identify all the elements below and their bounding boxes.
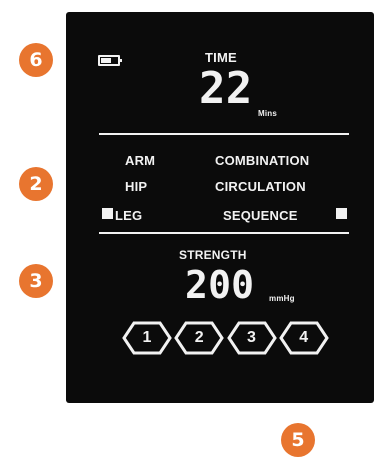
battery-icon bbox=[98, 55, 122, 66]
body-part-hip: HIP bbox=[125, 179, 148, 194]
program-2-label: 2 bbox=[194, 329, 204, 346]
time-unit: Mins bbox=[258, 109, 278, 118]
program-4-button[interactable]: 4 bbox=[278, 321, 329, 355]
program-1-label: 1 bbox=[142, 329, 152, 346]
callout-badge-2: 2 bbox=[19, 167, 53, 201]
program-3-button[interactable]: 3 bbox=[226, 321, 277, 355]
leg-indicator-icon bbox=[102, 208, 113, 219]
callout-badge-3: 3 bbox=[19, 264, 53, 298]
divider-top bbox=[99, 133, 349, 135]
body-part-arm: ARM bbox=[125, 153, 156, 168]
mode-combination: COMBINATION bbox=[215, 153, 310, 168]
program-3-label: 3 bbox=[247, 329, 256, 346]
sequence-indicator-icon bbox=[336, 208, 347, 219]
callout-badge-5: 5 bbox=[281, 423, 315, 457]
lcd-display: TIME 22 Mins ARM HIP LEG COMBINATION CIR… bbox=[66, 12, 374, 403]
divider-bottom bbox=[99, 232, 349, 234]
time-value: 22 bbox=[199, 63, 253, 114]
program-2-button[interactable]: 2 bbox=[174, 321, 225, 355]
mode-circulation: CIRCULATION bbox=[215, 179, 306, 194]
body-part-leg: LEG bbox=[115, 208, 143, 223]
program-4-label: 4 bbox=[299, 329, 309, 346]
program-1-button[interactable]: 1 bbox=[122, 321, 172, 355]
strength-label: STRENGTH bbox=[179, 248, 247, 262]
strength-unit: mmHg bbox=[269, 294, 295, 303]
program-selector: 1 2 3 4 bbox=[122, 321, 329, 355]
strength-value: 200 bbox=[185, 263, 255, 307]
callout-badge-6: 6 bbox=[19, 43, 53, 77]
mode-sequence: SEQUENCE bbox=[223, 208, 298, 223]
